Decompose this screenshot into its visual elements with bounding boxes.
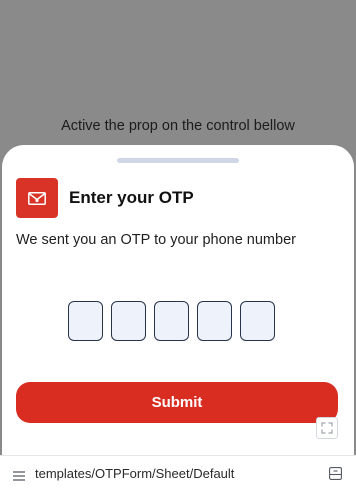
- panel-toggle-icon[interactable]: [329, 467, 342, 485]
- envelope-icon: [16, 178, 58, 218]
- submit-button[interactable]: Submit: [16, 382, 338, 423]
- sheet-subtitle: We sent you an OTP to your phone number: [16, 232, 296, 248]
- otp-digit-4[interactable]: [197, 301, 232, 341]
- storybook-toolbar: templates/OTPForm/Sheet/Default: [0, 455, 356, 493]
- otp-digit-5[interactable]: [240, 301, 275, 341]
- hint-text: Active the prop on the control bellow: [61, 118, 295, 134]
- bottom-sheet: Enter your OTP We sent you an OTP to you…: [2, 145, 354, 465]
- otp-digit-2[interactable]: [111, 301, 146, 341]
- otp-digit-1[interactable]: [68, 301, 103, 341]
- fullscreen-icon: [321, 422, 333, 434]
- otp-digit-3[interactable]: [154, 301, 189, 341]
- sheet-title: Enter your OTP: [69, 188, 194, 207]
- otp-input-group: [68, 301, 275, 341]
- sheet-grabber[interactable]: [117, 158, 239, 163]
- story-path: templates/OTPForm/Sheet/Default: [35, 466, 235, 481]
- fullscreen-button[interactable]: [316, 417, 338, 439]
- menu-icon[interactable]: [13, 468, 25, 486]
